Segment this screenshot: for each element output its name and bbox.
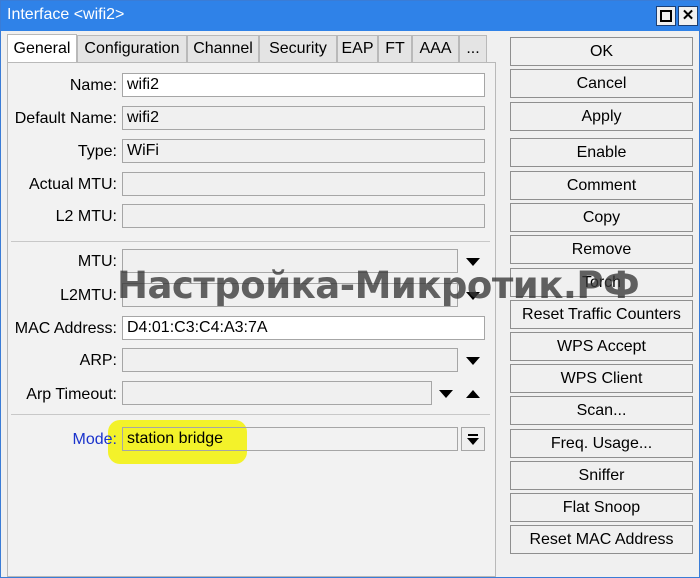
tab-configuration[interactable]: Configuration: [77, 35, 187, 63]
tab-general[interactable]: General: [7, 34, 77, 64]
mtu-label: MTU:: [77, 253, 117, 270]
default-name-label: Default Name:: [14, 110, 117, 127]
default-name-field: wifi2: [122, 106, 485, 130]
mtu-dropdown-arrow-icon[interactable]: [466, 258, 480, 266]
arp-timeout-up-arrow-icon[interactable]: [466, 390, 480, 398]
window-title: Interface <wifi2>: [7, 6, 125, 23]
arp-field[interactable]: [122, 348, 458, 372]
actual-mtu-label: Actual MTU:: [28, 176, 117, 193]
reset-mac-address-button[interactable]: Reset MAC Address: [510, 525, 693, 554]
mac-address-field[interactable]: D4:01:C3:C4:A3:7A: [122, 316, 485, 340]
scan-button[interactable]: Scan...: [510, 396, 693, 425]
name-label: Name:: [69, 77, 117, 94]
type-label: Type:: [77, 143, 117, 160]
remove-button[interactable]: Remove: [510, 235, 693, 264]
reset-traffic-counters-button[interactable]: Reset Traffic Counters: [510, 300, 693, 329]
interface-window: Interface <wifi2> ✕ General Configuratio…: [0, 0, 700, 578]
apply-button[interactable]: Apply: [510, 102, 693, 131]
separator-1: [11, 241, 490, 242]
torch-button[interactable]: Torch: [510, 268, 693, 297]
ok-button[interactable]: OK: [510, 37, 693, 66]
tab-channel[interactable]: Channel: [187, 35, 259, 63]
arp-dropdown-arrow-icon[interactable]: [466, 357, 480, 365]
close-icon: ✕: [681, 7, 695, 24]
maximize-icon: [660, 10, 672, 22]
wps-accept-button[interactable]: WPS Accept: [510, 332, 693, 361]
type-field: WiFi: [122, 139, 485, 163]
mode-label: Mode:: [72, 431, 117, 448]
tab-security[interactable]: Security: [259, 35, 337, 63]
arp-timeout-down-arrow-icon[interactable]: [439, 390, 453, 398]
arp-timeout-label: Arp Timeout:: [26, 386, 117, 403]
select-dropdown-icon: [467, 438, 479, 445]
arp-label: ARP:: [79, 352, 117, 369]
wps-client-button[interactable]: WPS Client: [510, 364, 693, 393]
flat-snoop-button[interactable]: Flat Snoop: [510, 493, 693, 522]
enable-button[interactable]: Enable: [510, 138, 693, 167]
comment-button[interactable]: Comment: [510, 171, 693, 200]
mode-select-button[interactable]: [461, 427, 485, 451]
actual-mtu-field: [122, 172, 485, 196]
mtu-field[interactable]: [122, 249, 458, 273]
sniffer-button[interactable]: Sniffer: [510, 461, 693, 490]
title-bar[interactable]: Interface <wifi2> ✕: [1, 1, 699, 31]
maximize-button[interactable]: [656, 6, 676, 26]
l2mtu-label: L2MTU:: [60, 287, 117, 304]
copy-button[interactable]: Copy: [510, 203, 693, 232]
cancel-button[interactable]: Cancel: [510, 69, 693, 98]
tab-ft[interactable]: FT: [378, 35, 412, 63]
l2mtu-field[interactable]: [122, 283, 458, 307]
close-button[interactable]: ✕: [678, 6, 698, 26]
name-field[interactable]: wifi2: [122, 73, 485, 97]
select-bar-icon: [468, 434, 478, 436]
l2-mtu-field: [122, 204, 485, 228]
mac-address-label: MAC Address:: [14, 320, 117, 337]
l2-mtu-label: L2 MTU:: [55, 208, 117, 225]
freq-usage-button[interactable]: Freq. Usage...: [510, 429, 693, 458]
arp-timeout-field[interactable]: [122, 381, 432, 405]
separator-2: [11, 414, 490, 415]
l2mtu-dropdown-arrow-icon[interactable]: [466, 292, 480, 300]
tab-more[interactable]: ...: [459, 35, 487, 63]
tab-aaa[interactable]: AAA: [412, 35, 459, 63]
mode-select[interactable]: station bridge: [122, 427, 458, 451]
tab-eap[interactable]: EAP: [337, 35, 378, 63]
